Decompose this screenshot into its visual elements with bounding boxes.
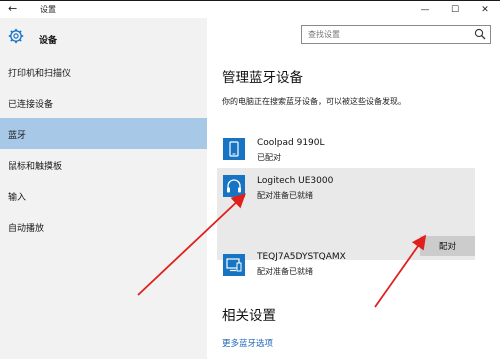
gear-icon [8,28,24,44]
sidebar-item-bluetooth[interactable]: 蓝牙 [0,118,207,149]
headphones-icon [227,179,241,193]
home-label: 设备 [39,36,58,46]
discovery-description: 你的电脑正在搜索蓝牙设备，可以被这些设备发现。 [222,97,406,106]
sidebar-item-mouse-touchpad[interactable]: 鼠标和触摸板 [0,149,207,180]
main-pane: 管理蓝牙设备 你的电脑正在搜索蓝牙设备，可以被这些设备发现。 Coolpad 9… [207,18,500,359]
device-icon-tile [223,138,245,160]
device-name: TEQJ7A5DYSTQAMX [257,252,346,262]
maximize-button[interactable]: ☐ [440,1,470,19]
sidebar-item-label: 蓝牙 [8,131,27,141]
sidebar-item-label: 鼠标和触摸板 [8,162,63,172]
related-settings-title: 相关设置 [222,308,276,324]
home-header[interactable]: 设备 [0,24,207,50]
back-button[interactable]: ← [8,3,22,15]
device-status: 已配对 [257,153,281,162]
sidebar-item-label: 打印机和扫描仪 [8,69,72,79]
device-icon-tile [223,254,245,276]
sidebar-item-autoplay[interactable]: 自动播放 [0,211,207,242]
more-bluetooth-options-link[interactable]: 更多蓝牙选项 [222,337,273,349]
window-controls: — ☐ ✕ [410,1,500,19]
title-bar: ← 设置 — ☐ ✕ [0,0,500,18]
device-item-coolpad[interactable]: Coolpad 9190L 已配对 [217,132,475,172]
computer-icon [226,258,242,272]
window-title: 设置 [40,5,56,14]
close-button[interactable]: ✕ [470,1,500,19]
device-status: 配对准备已就绪 [257,191,313,200]
sidebar-nav: 打印机和扫描仪 已连接设备 蓝牙 鼠标和触摸板 输入 自动播放 [0,56,207,242]
sidebar-item-label: 已连接设备 [8,100,54,110]
minimize-button[interactable]: — [410,1,440,19]
sidebar: 设备 打印机和扫描仪 已连接设备 蓝牙 鼠标和触摸板 输入 自动播放 [0,18,207,359]
device-item-teqj[interactable]: TEQJ7A5DYSTQAMX 配对准备已就绪 [217,248,475,284]
device-icon-tile [223,175,245,197]
page-title: 管理蓝牙设备 [222,70,303,86]
sidebar-item-label: 输入 [8,193,27,203]
sidebar-item-printers[interactable]: 打印机和扫描仪 [0,56,207,87]
sidebar-item-connected-devices[interactable]: 已连接设备 [0,87,207,118]
sidebar-item-label: 自动播放 [8,224,45,234]
device-status: 配对准备已就绪 [257,267,313,276]
sidebar-item-typing[interactable]: 输入 [0,180,207,211]
phone-icon [229,141,239,157]
device-name: Coolpad 9190L [257,138,325,148]
device-name: Logitech UE3000 [257,176,334,186]
